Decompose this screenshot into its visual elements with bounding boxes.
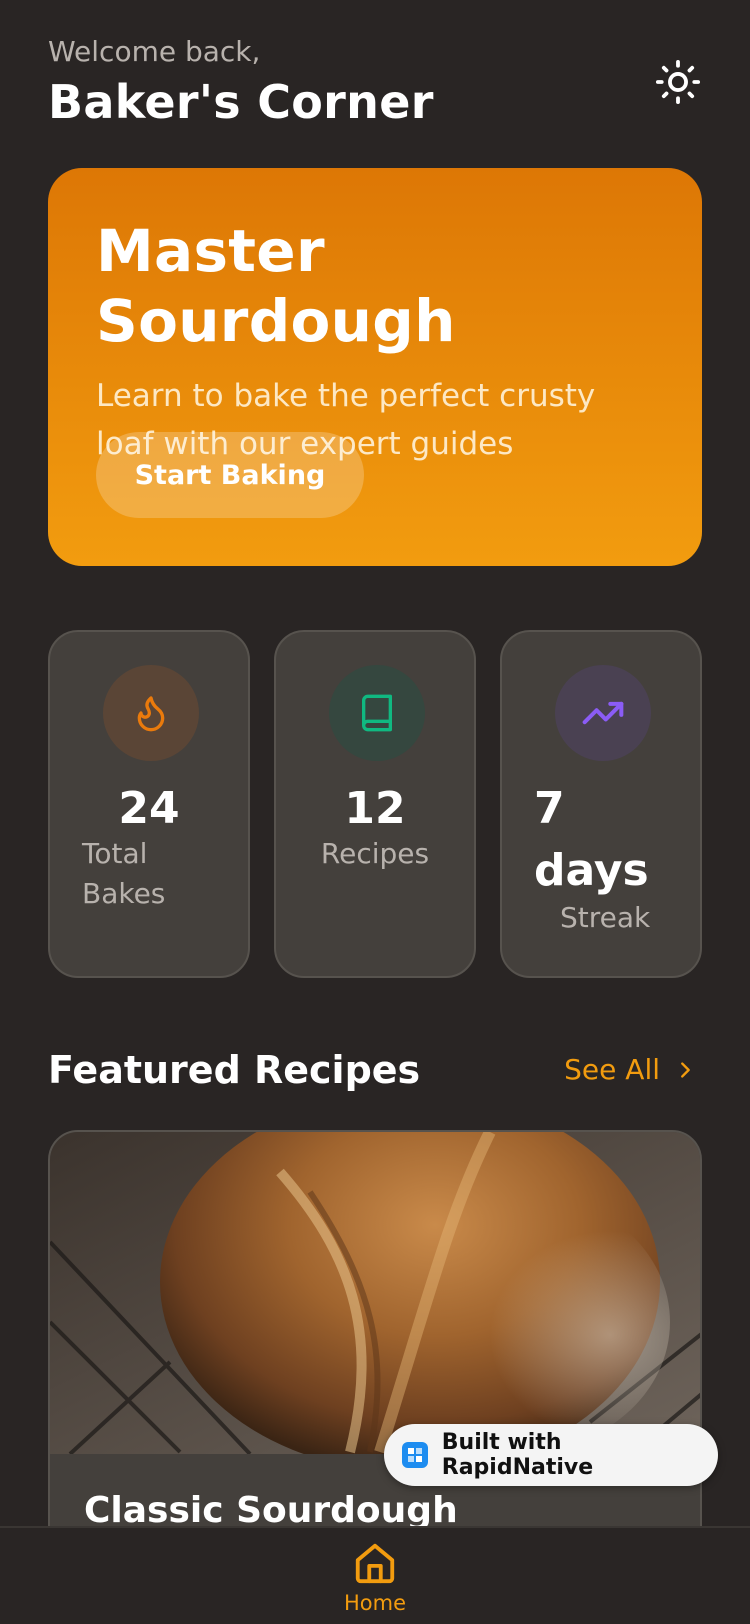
- bottom-tab-bar: Home: [0, 1526, 750, 1624]
- recipe-card[interactable]: Classic Sourdough: [48, 1130, 702, 1590]
- hero-title: Master Sourdough: [96, 217, 456, 355]
- stat-value: 24: [118, 783, 180, 834]
- book-icon: [362, 694, 392, 732]
- trending-up-icon: [582, 701, 624, 725]
- stat-card-total-bakes[interactable]: 24 Total Bakes: [48, 630, 250, 978]
- stat-icon-circle: [103, 665, 199, 761]
- built-with-badge[interactable]: Built with RapidNative: [384, 1424, 718, 1486]
- stat-label: Total Bakes: [82, 837, 166, 910]
- sun-icon: [655, 59, 701, 105]
- page-title: Baker's Corner: [48, 75, 434, 129]
- hero-card: Master Sourdough Learn to bake the perfe…: [48, 168, 702, 566]
- stat-icon-circle: [329, 665, 425, 761]
- stat-icon-circle: [555, 665, 651, 761]
- welcome-text: Welcome back,: [48, 35, 261, 68]
- chevron-right-icon: [681, 1062, 690, 1078]
- stat-value: 12: [344, 783, 406, 834]
- tab-home-label: Home: [343, 1591, 406, 1615]
- badge-text: Built with RapidNative: [441, 1430, 594, 1480]
- see-all-link[interactable]: See All: [564, 1052, 696, 1088]
- see-all-label: See All: [564, 1053, 660, 1086]
- stat-label: Recipes: [320, 837, 430, 870]
- rapidnative-logo-icon: [402, 1442, 428, 1468]
- header: Welcome back, Baker's Corner: [48, 34, 702, 134]
- home-icon: [355, 1543, 395, 1584]
- section-title-featured: Featured Recipes: [48, 1048, 421, 1092]
- stat-card-recipes[interactable]: 12 Recipes: [274, 630, 476, 978]
- stat-label: Streak: [560, 901, 651, 934]
- stat-card-streak[interactable]: 7 days Streak: [500, 630, 702, 978]
- stats-row: 24 Total Bakes 12 Recipes 7 days Streak: [48, 630, 702, 978]
- recipe-image: [50, 1132, 700, 1454]
- stat-value: 7 days: [534, 783, 649, 896]
- tab-home[interactable]: Home: [325, 1540, 425, 1624]
- start-baking-button[interactable]: Start Baking: [96, 432, 364, 518]
- flame-icon: [137, 696, 165, 732]
- theme-toggle-button[interactable]: [654, 58, 702, 106]
